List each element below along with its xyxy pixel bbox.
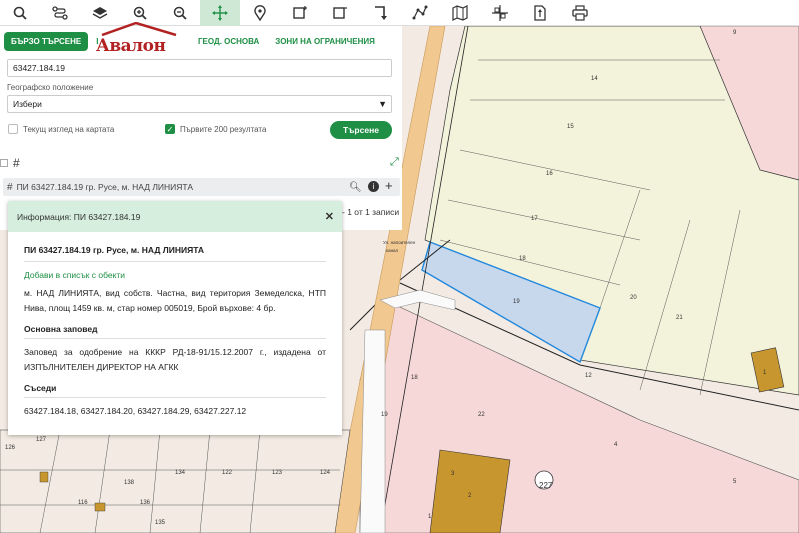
parcel-label: 2 xyxy=(468,493,472,499)
export-icon[interactable] xyxy=(520,0,560,26)
current-view-checkbox[interactable]: Текущ изглед на картата xyxy=(8,124,114,134)
order-text: Заповед за одобрение на КККР РД-18-91/15… xyxy=(24,347,326,372)
parcel-label: 116 xyxy=(78,500,88,506)
pan-icon[interactable] xyxy=(200,0,240,26)
first200-label: Първите 200 резултата xyxy=(180,124,267,134)
parcel-label: 16 xyxy=(546,171,553,177)
parcel-label: 122 xyxy=(222,470,233,476)
parcel-label: 227 xyxy=(539,481,553,490)
results-toolbar: # ⤢ xyxy=(0,156,402,173)
close-icon[interactable]: ✕ xyxy=(325,210,334,223)
result-row[interactable]: # ПИ 63427.184.19 гр. Русе, м. НАД ЛИНИЯ… xyxy=(3,178,400,196)
select-all-checkbox[interactable] xyxy=(0,159,8,167)
turn-icon[interactable] xyxy=(360,0,400,26)
parcel-label: 15 xyxy=(567,124,574,130)
route-icon[interactable] xyxy=(40,0,80,26)
parcel-label: 3 xyxy=(451,471,455,477)
checkbox-icon xyxy=(8,124,18,134)
info-header: Информация: ПИ 63427.184.19 ✕ xyxy=(8,201,342,232)
parcel-label: 9 xyxy=(733,30,737,36)
parcel-label: 1 xyxy=(428,514,432,520)
first200-checkbox[interactable]: ✓ Първите 200 резултата xyxy=(165,124,266,134)
dropdown-arrow-icon: ▼ xyxy=(378,99,387,109)
parcel-label: 12 xyxy=(585,373,592,379)
tabs: БЪРЗО ТЪРСЕНЕ І xyxy=(4,30,106,52)
search-icon[interactable] xyxy=(0,0,40,26)
parcel-label: 19 xyxy=(513,299,520,305)
tab-geo-base[interactable]: ГЕОД. ОСНОВА xyxy=(190,37,267,46)
parcel-label: 126 xyxy=(5,445,16,451)
info-title: ПИ 63427.184.19 гр. Русе, м. НАД ЛИНИЯТА xyxy=(24,245,326,262)
parcel-label: 18 xyxy=(519,256,526,262)
parcel-label: 22 xyxy=(478,412,485,418)
grid-icon[interactable]: # xyxy=(13,156,20,170)
map-icon[interactable] xyxy=(440,0,480,26)
info-icon[interactable]: i xyxy=(368,181,379,192)
parcel-label: 5 xyxy=(733,479,737,485)
expand-icon[interactable]: ⤢ xyxy=(390,156,399,169)
info-popup: Информация: ПИ 63427.184.19 ✕ ПИ 63427.1… xyxy=(8,201,342,435)
grid-icon: # xyxy=(7,181,13,193)
parcel-label: 135 xyxy=(155,520,166,526)
canal-label: Ул. напоителен xyxy=(383,240,416,245)
neighbours-text: 63427.184.18, 63427.184.20, 63427.184.29… xyxy=(24,406,247,416)
location-select-value: Избери xyxy=(13,99,42,109)
parcel-label: 18 xyxy=(411,375,418,381)
location-select[interactable]: Избери ▼ xyxy=(7,95,392,113)
parcel-label: 124 xyxy=(320,470,331,476)
logo-text: Авалон xyxy=(96,36,166,56)
search-icon[interactable]: 🔍︎ xyxy=(349,182,362,193)
location-label: Географско положение xyxy=(7,83,94,92)
parcel-label: 134 xyxy=(175,470,186,476)
polyline-icon[interactable] xyxy=(400,0,440,26)
parcel-description: м. НАД ЛИНИЯТА, вид собств. Частна, вид … xyxy=(24,288,326,313)
parcel-label: 20 xyxy=(630,295,637,301)
neighbours-heading: Съседи xyxy=(24,383,326,398)
parcel-label: 127 xyxy=(36,437,47,443)
select-rectangle-icon[interactable] xyxy=(320,0,360,26)
checkbox-checked-icon: ✓ xyxy=(165,124,175,134)
result-text: ПИ 63427.184.19 гр. Русе, м. НАД ЛИНИЯТА xyxy=(16,182,194,192)
tab-quick-search[interactable]: БЪРЗО ТЪРСЕНЕ xyxy=(4,31,89,51)
location-pin-icon[interactable] xyxy=(240,0,280,26)
tab-restriction-zones[interactable]: ЗОНИ НА ОГРАНИЧЕНИЯ xyxy=(267,37,383,46)
parcel-label: 21 xyxy=(676,315,683,321)
parcel-label: 19 xyxy=(381,412,388,418)
order-heading: Основна заповед xyxy=(24,324,326,339)
parcel-label: 4 xyxy=(614,442,618,448)
avalon-logo: Авалон xyxy=(96,22,182,58)
parcel-label: 14 xyxy=(591,76,598,82)
draw-rectangle-icon[interactable] xyxy=(280,0,320,26)
search-input[interactable]: 63427.184.19 xyxy=(7,59,392,77)
current-view-label: Текущ изглед на картата xyxy=(23,124,115,134)
add-to-list-link[interactable]: Добави в списък с обекти xyxy=(24,270,326,280)
add-icon[interactable]: + xyxy=(385,178,393,193)
roof-logo-icon xyxy=(101,22,177,36)
tabs-right: ГЕОД. ОСНОВА ЗОНИ НА ОГРАНИЧЕНИЯ xyxy=(190,30,383,52)
parcel-label: 138 xyxy=(124,480,135,486)
parcel-label: 1 xyxy=(763,370,767,376)
search-button[interactable]: Търсене xyxy=(330,121,392,139)
parcel-label: 17 xyxy=(531,216,538,222)
crosshair-icon[interactable] xyxy=(480,0,520,26)
pager-text: - 1 от 1 записи xyxy=(342,207,400,217)
print-icon[interactable] xyxy=(560,0,600,26)
search-panel: БЪРЗО ТЪРСЕНЕ І ГЕОД. ОСНОВА ЗОНИ НА ОГР… xyxy=(0,22,402,230)
canal-label: канал xyxy=(386,248,399,253)
parcel-label: 136 xyxy=(140,500,151,506)
info-header-text: Информация: ПИ 63427.184.19 xyxy=(17,211,141,222)
parcel-label: 123 xyxy=(272,470,283,476)
